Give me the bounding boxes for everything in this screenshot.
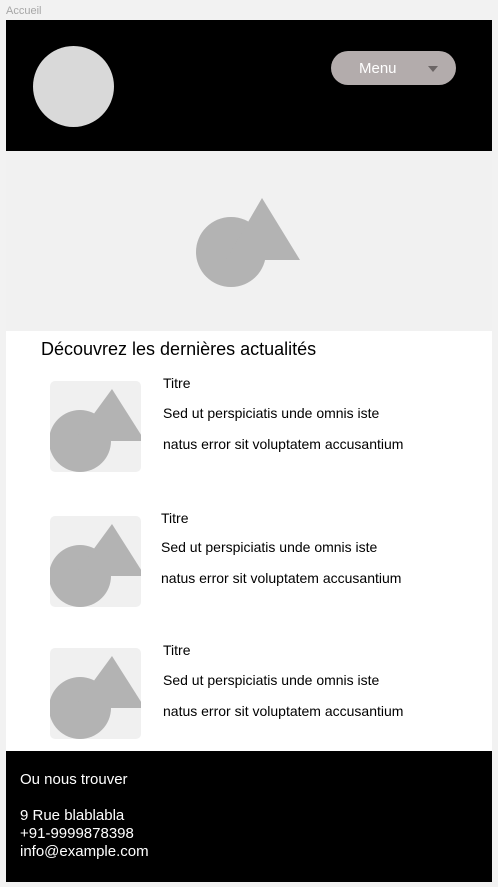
news-thumbnail	[50, 648, 141, 739]
news-item-title: Titre	[163, 642, 191, 658]
footer-email[interactable]: info@example.com	[20, 843, 149, 861]
news-section-heading: Découvrez les dernières actualités	[41, 339, 317, 359]
site-header: Menu	[6, 20, 492, 151]
image-placeholder-icon	[50, 656, 141, 739]
hero-banner	[6, 151, 492, 331]
news-item[interactable]: Titre Sed ut perspiciatis unde omnis ist…	[6, 642, 492, 740]
news-item-excerpt-line: natus error sit voluptatem accusantium	[163, 703, 404, 719]
news-item[interactable]: Titre Sed ut perspiciatis unde omnis ist…	[6, 375, 492, 473]
news-item-excerpt-line: natus error sit voluptatem accusantium	[161, 570, 402, 586]
footer-heading: Ou nous trouver	[20, 771, 128, 788]
news-thumbnail	[50, 381, 141, 472]
news-item-excerpt-line: natus error sit voluptatem accusantium	[163, 436, 404, 452]
news-item-title: Titre	[161, 510, 189, 526]
news-item-excerpt-line: Sed ut perspiciatis unde omnis iste	[163, 405, 380, 421]
logo-placeholder[interactable]	[33, 46, 114, 127]
news-item[interactable]: Titre Sed ut perspiciatis unde omnis ist…	[6, 510, 492, 608]
news-item-excerpt-line: Sed ut perspiciatis unde omnis iste	[163, 672, 380, 688]
image-placeholder-icon	[50, 524, 141, 607]
frame-label: Accueil	[6, 5, 42, 17]
page-frame: Menu Découvrez les dernières actualités …	[6, 20, 492, 882]
site-footer: Ou nous trouver 9 Rue blablabla +91-9999…	[6, 751, 492, 882]
footer-address: 9 Rue blablabla	[20, 807, 125, 824]
footer-phone[interactable]: +91-9999878398	[20, 825, 134, 843]
chevron-down-icon	[428, 66, 438, 72]
menu-button-label: Menu	[359, 60, 397, 77]
news-item-title: Titre	[163, 375, 191, 391]
news-item-excerpt-line: Sed ut perspiciatis unde omnis iste	[161, 539, 378, 555]
news-thumbnail	[50, 516, 141, 607]
image-placeholder-icon	[196, 198, 300, 287]
menu-button[interactable]: Menu	[331, 51, 456, 85]
image-placeholder-icon	[50, 389, 141, 472]
